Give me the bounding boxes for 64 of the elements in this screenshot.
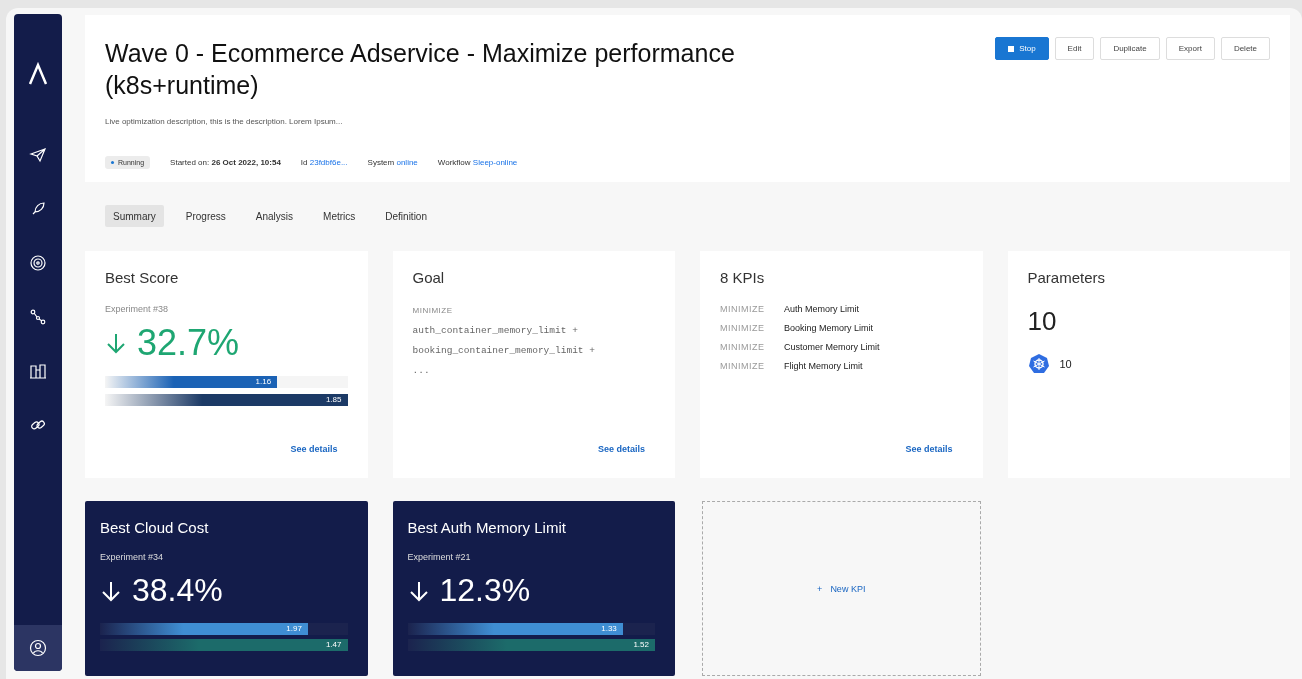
nodes-icon[interactable] [29, 308, 47, 326]
down-arrow-icon [407, 579, 430, 602]
tab[interactable]: Definition [377, 205, 435, 227]
goal-direction: MINIMIZE [412, 306, 454, 315]
card-title: Goal [412, 269, 446, 286]
tab[interactable]: Metrics [315, 205, 364, 227]
kpi-name: Booking Memory Limit [784, 323, 874, 333]
user-icon[interactable] [29, 639, 47, 657]
meta-link[interactable]: 23fdbf6e... [309, 158, 348, 167]
experiment-label: Experiment #21 [407, 552, 472, 562]
down-arrow-icon [100, 579, 122, 602]
kpi-name: Flight Memory Limit [784, 361, 863, 371]
action-button[interactable]: Delete [1220, 37, 1270, 60]
tab[interactable]: Progress [177, 205, 234, 227]
kpi-direction: MINIMIZE [720, 304, 766, 314]
tab[interactable]: Summary [105, 205, 164, 227]
score-value: 32.7% [137, 322, 240, 364]
kpi-direction: MINIMIZE [720, 361, 766, 371]
target-icon[interactable] [29, 254, 47, 272]
card-title: 8 KPIs [720, 269, 766, 286]
logo-icon[interactable] [28, 62, 48, 86]
meta-value: 26 Oct 2022, 10:54 [211, 158, 281, 167]
kpi-direction: MINIMIZE [720, 342, 766, 352]
formula-line: booking_container_memory_limit + [412, 344, 596, 358]
card-title: Parameters [1027, 269, 1107, 286]
action-button[interactable]: Edit [1054, 37, 1095, 60]
see-details-link[interactable]: See details [905, 444, 953, 454]
down-arrow-icon [105, 332, 127, 354]
kpi-direction: MINIMIZE [720, 323, 766, 333]
meta-label: Id [300, 158, 309, 167]
score-value: 12.3% [439, 572, 531, 609]
tab[interactable]: Analysis [247, 205, 302, 227]
meta-link[interactable]: online [396, 158, 418, 167]
meta-label: System [367, 158, 396, 167]
score-value: 38.4% [132, 572, 223, 609]
bar-fill: 1.16 [105, 376, 278, 388]
formula-line: auth_container_memory_limit + [412, 324, 579, 338]
new-kpi-button[interactable]: + New KPI [702, 501, 981, 676]
card-title: Best Cloud Cost [100, 519, 210, 536]
parameter-group-count: 10 [1059, 358, 1072, 370]
kpi-name: Customer Memory Limit [784, 342, 880, 352]
description: Live optimization description, this is the description. Lorem Ipsum... [105, 117, 344, 126]
parameter-count: 10 [1027, 306, 1058, 337]
experiment-label: Experiment #38 [105, 304, 170, 314]
kpi-name: Auth Memory Limit [784, 304, 860, 314]
card-title: Best Score [105, 269, 180, 286]
formula-line: ... [412, 364, 431, 378]
wheel-icon [1027, 353, 1050, 375]
meta-link[interactable]: Sleep-online [472, 158, 518, 167]
experiment-label: Experiment #34 [100, 552, 165, 562]
bar-fill: 1.97 [100, 623, 308, 635]
action-button[interactable]: Export [1165, 37, 1215, 60]
action-button[interactable]: Duplicate [1100, 37, 1160, 60]
see-details-link[interactable]: See details [597, 444, 645, 454]
bar-fill: 1.85 [105, 394, 348, 406]
meta-label: Started on: [170, 158, 211, 167]
bar-fill: 1.33 [407, 623, 623, 635]
see-details-link[interactable]: See details [290, 444, 338, 454]
card-title: Best Auth Memory Limit [407, 519, 567, 536]
action-button[interactable]: Stop [995, 37, 1049, 60]
page-title: Wave 0 - Ecommerce Adservice - Maximize performance (k8s+runtime) [105, 38, 736, 101]
buildings-icon[interactable] [29, 362, 47, 380]
meta-label: Workflow [437, 158, 472, 167]
paper-plane-icon[interactable] [29, 146, 47, 164]
